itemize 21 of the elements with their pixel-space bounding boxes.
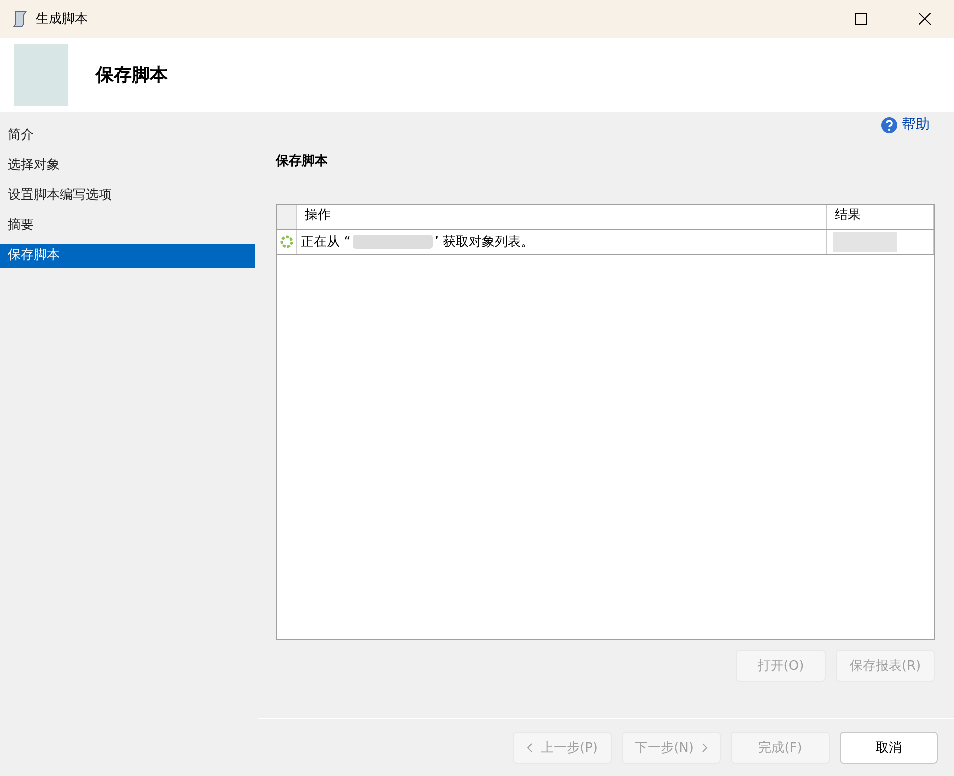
sidebar-item[interactable]: 设置脚本编写选项 bbox=[0, 184, 255, 208]
help-link[interactable]: 帮助 bbox=[881, 116, 930, 134]
sidebar-item[interactable]: 简介 bbox=[0, 124, 255, 148]
sidebar-item[interactable]: 保存脚本 bbox=[0, 244, 255, 268]
wizard-button[interactable]: 取消 bbox=[840, 732, 938, 764]
chevron-right-icon bbox=[702, 742, 708, 752]
sidebar-item[interactable]: 选择对象 bbox=[0, 154, 255, 178]
section-title: 保存脚本 bbox=[276, 153, 329, 170]
help-icon bbox=[881, 116, 898, 134]
redacted-text bbox=[833, 232, 897, 252]
page-title: 保存脚本 bbox=[96, 64, 168, 87]
window-title: 生成脚本 bbox=[36, 11, 89, 28]
close-icon[interactable] bbox=[919, 13, 931, 25]
scroll-icon bbox=[12, 10, 30, 28]
header-image bbox=[14, 44, 68, 106]
sidebar-item[interactable]: 摘要 bbox=[0, 214, 255, 238]
table-cell: 正在从 “ ’ 获取对象列表。 bbox=[297, 230, 827, 254]
maximize-icon[interactable] bbox=[855, 13, 867, 25]
chevron-left-icon bbox=[527, 742, 533, 752]
column-header: 操作 bbox=[297, 205, 827, 229]
column-header: 结果 bbox=[827, 205, 934, 229]
